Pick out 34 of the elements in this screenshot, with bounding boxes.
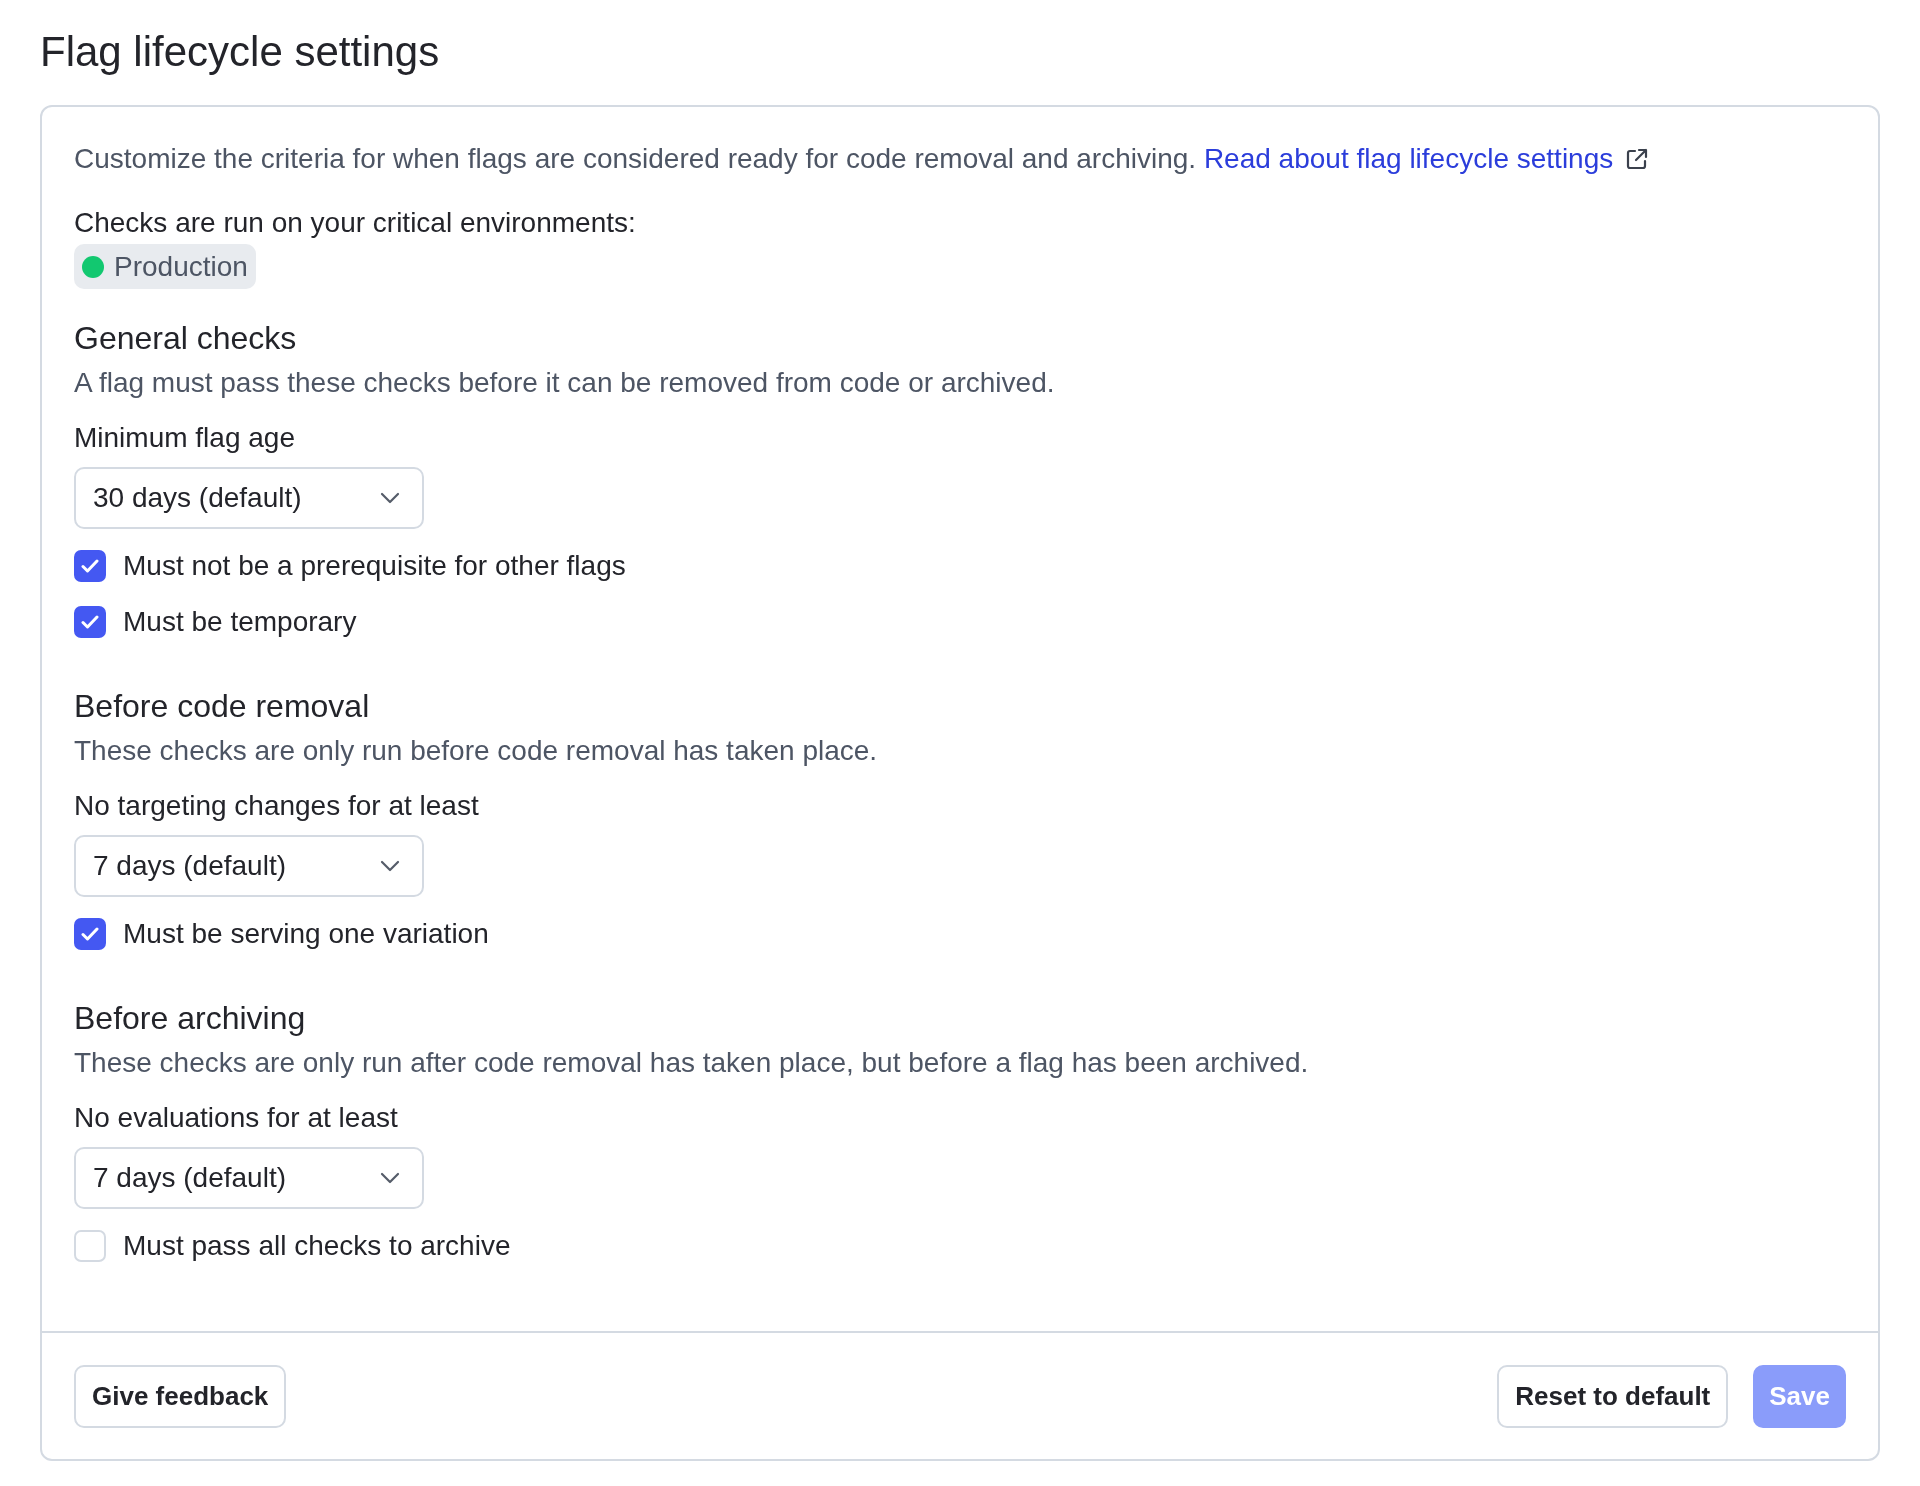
field-label: Minimum flag age <box>74 422 295 454</box>
section-description: These checks are only run after code removal has taken place, but before a flag has been archived. <box>74 1047 1309 1079</box>
field-label: No evaluations for at least <box>74 1102 398 1134</box>
footer-button[interactable]: Reset to default <box>1497 1365 1729 1428</box>
section-heading: General checks <box>74 320 297 356</box>
environment-name: Production <box>114 250 248 283</box>
checkmark-icon <box>81 615 99 629</box>
duration-select[interactable]: 30 days (default) <box>74 467 424 529</box>
checkbox-label[interactable]: Must be serving one variation <box>123 918 489 950</box>
checkbox[interactable] <box>74 606 106 638</box>
checkbox[interactable] <box>74 918 106 950</box>
checkbox[interactable] <box>74 550 106 582</box>
footer-button[interactable]: Give feedback <box>74 1365 287 1428</box>
intro-text: Customize the criteria for when flags are considered ready for code removal and archiving. Read about flag lifecycle settings <box>74 143 1650 175</box>
section-description: These checks are only run before code removal has taken place. <box>74 735 878 767</box>
page-title: Flag lifecycle settings <box>40 28 440 76</box>
section-heading: Before archiving <box>74 1000 306 1036</box>
docs-link[interactable]: Read about flag lifecycle settings <box>1203 143 1650 175</box>
checkbox-label[interactable]: Must pass all checks to archive <box>123 1230 511 1262</box>
chevron-down-icon <box>380 1172 400 1184</box>
external-link-icon <box>1625 147 1650 171</box>
checkbox[interactable] <box>74 1230 106 1262</box>
section-heading: Before code removal <box>74 688 370 724</box>
chevron-down-icon <box>380 860 400 872</box>
chevron-down-icon <box>380 492 400 504</box>
duration-select[interactable]: 7 days (default) <box>74 835 424 897</box>
checkmark-icon <box>81 559 99 573</box>
checkmark-icon <box>81 927 99 941</box>
field-label: No targeting changes for at least <box>74 790 479 822</box>
section-description: A flag must pass these checks before it can be removed from code or archived. <box>74 367 1055 399</box>
checkbox-label[interactable]: Must be temporary <box>123 606 357 638</box>
environments-label: Checks are run on your critical environments: <box>74 207 636 239</box>
checkbox-label[interactable]: Must not be a prerequisite for other flags <box>123 550 626 582</box>
duration-select[interactable]: 7 days (default) <box>74 1147 424 1209</box>
